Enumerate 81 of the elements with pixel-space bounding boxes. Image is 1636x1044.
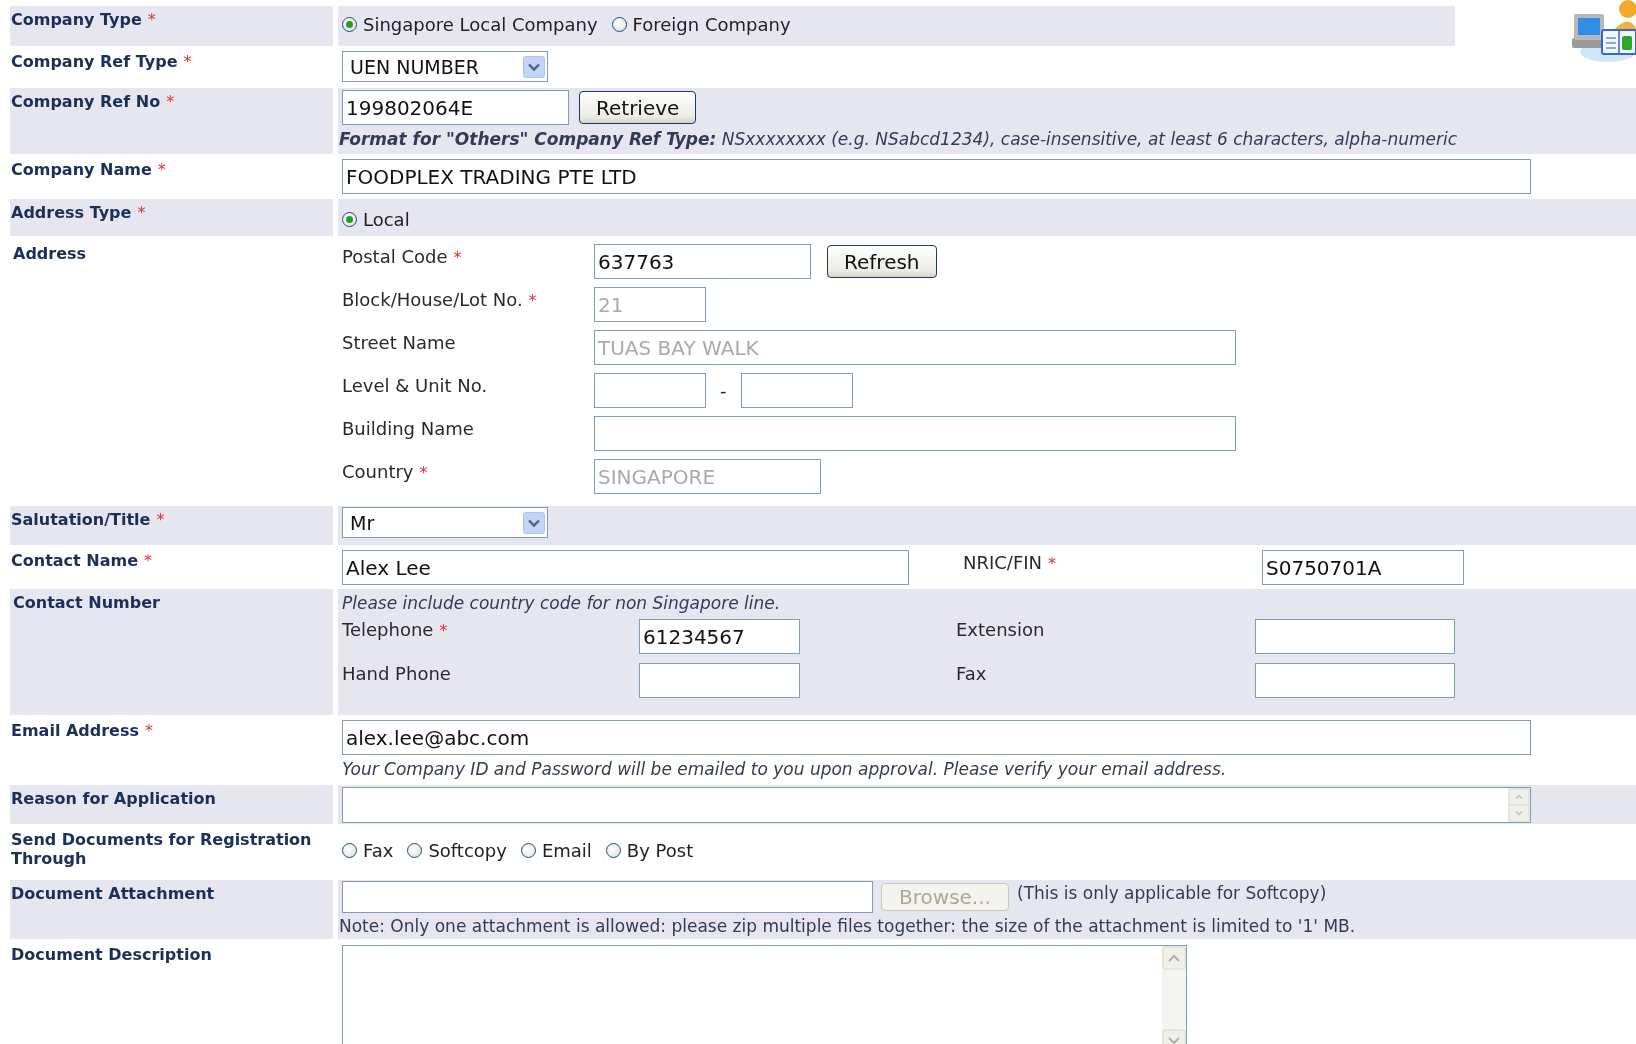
radio-label[interactable]: Singapore Local Company	[363, 14, 598, 35]
field-label: NRIC/FIN	[963, 552, 1043, 573]
required-mark: *	[166, 92, 175, 111]
dropdown-value: UEN NUMBER	[350, 55, 479, 78]
field-label: Hand Phone	[342, 663, 451, 684]
required-mark: *	[147, 10, 156, 29]
field-label: Contact Number	[13, 593, 160, 612]
dropdown[interactable]: UEN NUMBER	[342, 51, 548, 82]
field-label: Fax	[956, 663, 987, 684]
field-label: Postal Code	[342, 245, 448, 267]
note-text: Note: Only one attachment is allowed: please zip multiple files together: the size of the attachment is limited to '1' MB.	[339, 916, 1357, 936]
required-mark: *	[439, 621, 448, 640]
field-label: Reason for Application	[11, 789, 216, 808]
required-mark: *	[453, 248, 462, 267]
radio-button[interactable]	[342, 212, 357, 227]
input-field[interactable]: FOODPLEX TRADING PTE LTD	[342, 159, 1531, 194]
field-label: Document Description	[11, 945, 212, 964]
input-field[interactable]: 199802064E	[342, 90, 569, 125]
required-mark: *	[419, 463, 428, 482]
dropdown-value: Mr	[350, 511, 375, 534]
radio-label[interactable]: Local	[363, 209, 410, 230]
text-area[interactable]	[342, 787, 1531, 823]
field-label: Extension	[956, 619, 1045, 640]
helper-text: (This is only applicable for Softcopy)	[1017, 883, 1327, 903]
input-field[interactable]	[639, 663, 800, 698]
button[interactable]: Refresh	[827, 245, 937, 278]
hint-text: Please include country code for non Singapore line.	[342, 593, 782, 613]
radio-label[interactable]: Softcopy	[428, 840, 507, 861]
field-label: Address	[13, 244, 87, 263]
separator-text: -	[720, 380, 727, 401]
radio-button[interactable]	[342, 843, 357, 858]
radio-label[interactable]: Email	[541, 840, 592, 861]
required-mark: *	[156, 510, 165, 529]
field-label: Block/House/Lot No.	[342, 288, 523, 310]
required-mark: *	[528, 291, 537, 310]
input-field[interactable]	[594, 373, 706, 408]
format-hint: Format for "Others" Company Ref Type: NSxxxxxxxx (e.g. NSabcd1234), case-insensitive, at least 6 characters, alpha-numeric	[339, 129, 1459, 149]
radio-button[interactable]	[605, 843, 621, 858]
radio-label[interactable]: By Post	[626, 840, 694, 861]
required-mark: *	[1048, 554, 1057, 573]
radio-label[interactable]: Foreign Company	[632, 14, 791, 35]
field-label: Level & Unit No.	[342, 374, 488, 396]
button[interactable]: Retrieve	[579, 91, 697, 124]
field-label: Contact Name	[11, 551, 138, 570]
required-mark: *	[145, 721, 153, 740]
required-mark: *	[144, 551, 152, 570]
input-field[interactable]	[342, 881, 873, 913]
field-label: Telephone	[342, 619, 434, 640]
field-label: Salutation/Title	[11, 510, 151, 529]
input-field[interactable]	[594, 416, 1236, 451]
field-label: Send Documents for Registration Through	[11, 830, 312, 868]
field-label: Company Ref Type	[11, 52, 178, 71]
required-mark: *	[137, 203, 146, 222]
required-mark: *	[157, 160, 166, 179]
hint-text: Your Company ID and Password will be emailed to you upon approval. Please verify your email address.	[342, 759, 1228, 779]
radio-label[interactable]: Fax	[363, 840, 394, 861]
field-label: Address Type	[11, 203, 132, 222]
input-field[interactable]: alex.lee@abc.com	[342, 720, 1531, 755]
field-label: Document Attachment	[11, 884, 215, 903]
input-field[interactable]: 637763	[594, 244, 811, 279]
input-field[interactable]: Alex Lee	[342, 550, 909, 585]
radio-button[interactable]	[611, 17, 627, 32]
input-field[interactable]	[740, 373, 853, 408]
field-label: Company Ref No	[11, 92, 161, 111]
field-label: Company Name	[11, 160, 152, 179]
required-mark: *	[183, 52, 192, 71]
field-label: Street Name	[342, 331, 456, 353]
radio-button[interactable]	[520, 843, 536, 858]
input-field[interactable]	[1255, 619, 1455, 654]
dropdown[interactable]: Mr	[342, 507, 548, 538]
field-label: Country	[342, 460, 414, 482]
input-field[interactable]: 61234567	[639, 619, 800, 654]
field-label: Company Type	[11, 10, 142, 29]
radio-button[interactable]	[342, 17, 357, 32]
radio-button[interactable]	[407, 843, 423, 858]
scrollbar[interactable]	[1508, 788, 1530, 822]
field-label: Email Address	[11, 721, 139, 740]
scrollbar[interactable]	[1162, 946, 1186, 1044]
input-field[interactable]	[1255, 663, 1455, 698]
input-field[interactable]: S0750701A	[1262, 550, 1464, 585]
field-label: Building Name	[342, 417, 474, 439]
